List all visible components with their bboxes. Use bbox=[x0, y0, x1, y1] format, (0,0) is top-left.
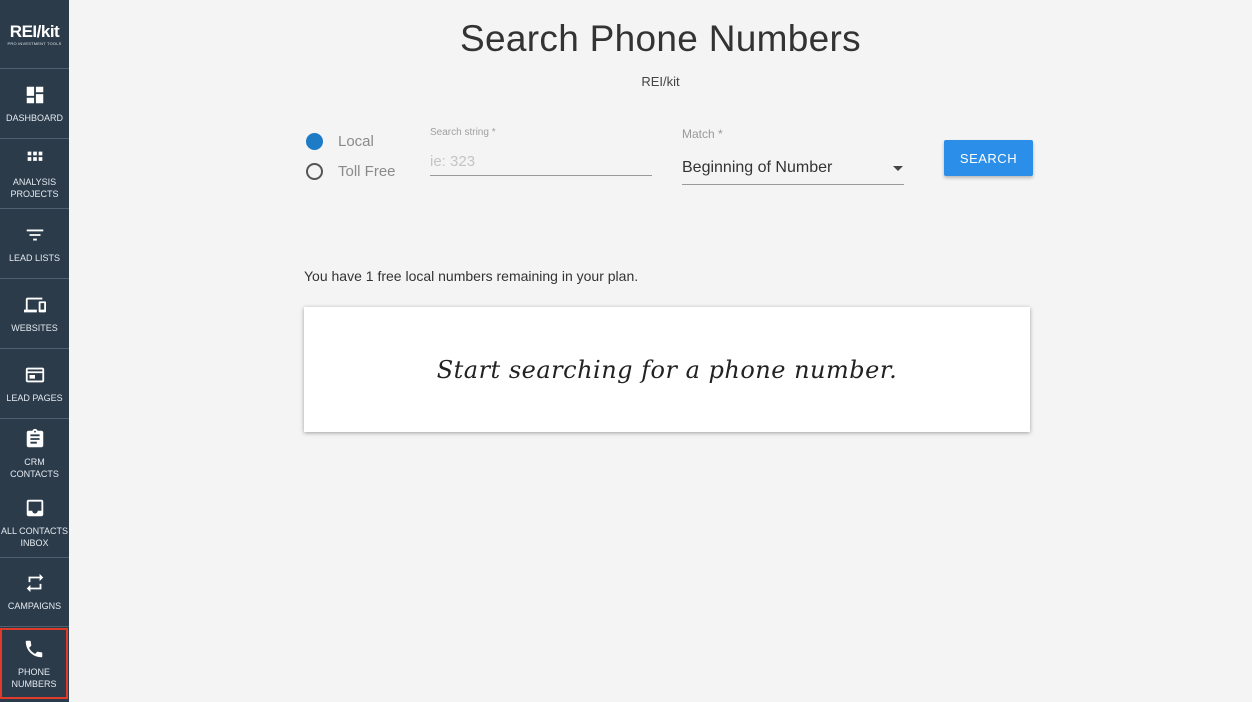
match-label: Match * bbox=[682, 127, 723, 141]
sidebar-item-label: CRM CONTACTS bbox=[10, 457, 59, 479]
radio-local[interactable]: Local bbox=[306, 133, 374, 150]
search-string-field: Search string * bbox=[430, 127, 652, 176]
dropdown-caret-icon bbox=[893, 166, 903, 171]
search-string-label: Search string * bbox=[430, 127, 496, 138]
radio-label: Local bbox=[338, 133, 374, 150]
sidebar-item-label: LEAD PAGES bbox=[6, 392, 63, 403]
remaining-numbers-text: You have 1 free local numbers remaining … bbox=[304, 268, 639, 284]
app-logo[interactable]: REI/kit PRO INVESTMENT TOOLS bbox=[0, 0, 69, 69]
logo-text: REI/kit bbox=[9, 21, 60, 41]
sidebar-item-label: WEBSITES bbox=[11, 322, 58, 333]
radio-label: Toll Free bbox=[338, 163, 396, 180]
grid-icon bbox=[27, 151, 42, 161]
sidebar-item-dashboard[interactable]: DASHBOARD bbox=[0, 69, 69, 139]
radio-toll-free[interactable]: Toll Free bbox=[306, 163, 396, 180]
inbox-icon bbox=[26, 499, 43, 517]
radio-unchecked-icon bbox=[306, 163, 323, 180]
sidebar-item-label: CAMPAIGNS bbox=[7, 601, 62, 611]
sidebar-item-phone-numbers[interactable]: PHONE NUMBERS bbox=[0, 628, 68, 699]
sidebar-item-crm-contacts[interactable]: CRM CONTACTS bbox=[0, 419, 69, 489]
page-subtitle: REI/kit bbox=[641, 74, 680, 89]
sidebar-item-label: DASHBOARD bbox=[5, 112, 63, 123]
sidebar-item-all-contacts-inbox[interactable]: ALL CONTACTS INBOX bbox=[0, 489, 69, 558]
repeat-icon bbox=[26, 573, 43, 593]
sidebar: REI/kit PRO INVESTMENT TOOLS DASHBOARD A… bbox=[0, 0, 69, 702]
results-panel: Start searching for a phone number. bbox=[304, 307, 1030, 432]
devices-icon bbox=[23, 297, 46, 312]
search-string-input[interactable] bbox=[430, 148, 652, 176]
match-selected-value: Beginning of Number bbox=[682, 158, 833, 176]
sidebar-item-label: ANALYSIS PROJECTS bbox=[10, 176, 59, 199]
clipboard-icon bbox=[26, 428, 43, 448]
phone-icon bbox=[25, 640, 43, 657]
web-page-icon bbox=[25, 367, 44, 382]
empty-state-message: Start searching for a phone number. bbox=[436, 355, 898, 384]
sidebar-item-label: PHONE NUMBERS bbox=[11, 666, 57, 689]
filter-icon bbox=[26, 229, 43, 240]
dashboard-icon bbox=[26, 86, 43, 103]
sidebar-item-label: ALL CONTACTS INBOX bbox=[0, 526, 68, 548]
page-title: Search Phone Numbers bbox=[460, 18, 861, 59]
radio-checked-icon bbox=[306, 133, 323, 150]
sidebar-item-lead-lists[interactable]: LEAD LISTS bbox=[0, 209, 69, 279]
search-button[interactable]: SEARCH bbox=[944, 140, 1033, 176]
sidebar-item-label: LEAD LISTS bbox=[8, 252, 61, 263]
sidebar-item-websites[interactable]: WEBSITES bbox=[0, 279, 69, 349]
sidebar-item-lead-pages[interactable]: LEAD PAGES bbox=[0, 349, 69, 419]
sidebar-item-analysis-projects[interactable]: ANALYSIS PROJECTS bbox=[0, 139, 69, 209]
logo-tagline: PRO INVESTMENT TOOLS bbox=[7, 40, 62, 46]
match-select[interactable]: Beginning of Number bbox=[682, 151, 904, 185]
match-field: Match * Beginning of Number bbox=[682, 127, 904, 185]
sidebar-item-campaigns[interactable]: CAMPAIGNS bbox=[0, 558, 69, 627]
